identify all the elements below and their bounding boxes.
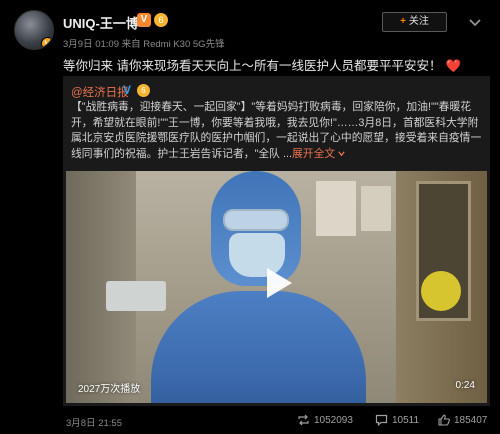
username[interactable]: UNIQ-王一博	[63, 13, 139, 32]
expand-full-text-link[interactable]: 展开全文	[292, 148, 346, 160]
play-icon[interactable]	[258, 264, 296, 302]
repost-author-link[interactable]: @经济日报	[71, 84, 129, 100]
video-frame-goggles	[223, 209, 289, 231]
heart-icon: ❤️	[445, 59, 462, 73]
repost-date: 3月8日 21:55	[66, 418, 122, 429]
video-frame-sink	[106, 281, 166, 311]
post-footer: 3月8日 21:55 1052093 10511 185407	[0, 406, 500, 434]
comment-count: 10511	[392, 415, 420, 426]
repost-text-body: 【"战胜病毒，迎接春天、一起回家"】"等着妈妈打败病毒，回家陪你，加油!""春暖…	[71, 101, 482, 160]
vip-badge-icon[interactable]: V	[137, 13, 151, 27]
like-button[interactable]: 185407	[438, 414, 487, 428]
repost-button[interactable]: 1052093	[297, 414, 353, 428]
video-frame-notice	[316, 181, 356, 236]
comment-icon	[375, 415, 388, 427]
thumbs-up-icon	[438, 414, 450, 426]
verified-badge-icon: V	[41, 37, 53, 49]
level-badge-icon: 6	[154, 13, 168, 27]
more-options-icon[interactable]	[467, 14, 483, 30]
follow-button[interactable]: + 关注	[382, 12, 447, 32]
video-frame-bag	[421, 271, 461, 311]
play-count: 2027万次播放	[78, 384, 141, 395]
repost-level-badge-icon: 6	[137, 84, 150, 97]
video-duration: 0:24	[455, 380, 475, 391]
plus-icon: +	[400, 16, 406, 27]
chevron-down-icon	[338, 151, 345, 157]
weibo-post: V UNIQ-王一博 V 6 3月9日 01:09 来自 Redmi K30 5…	[0, 0, 500, 434]
post-text-body: 等你归来 请你来现场看天天向上～所有一线医护人员都要平平安安！	[63, 59, 442, 73]
video-frame-person	[151, 291, 366, 403]
like-count: 185407	[454, 415, 488, 426]
repost-text: 【"战胜病毒，迎接春天、一起回家"】"等着妈妈打败病毒，回家陪你，加油!""春暖…	[71, 100, 485, 162]
expand-label: 展开全文	[291, 147, 336, 160]
reposted-card: @经济日报 V 6 【"战胜病毒，迎接春天、一起回家"】"等着妈妈打败病毒，回家…	[63, 76, 490, 406]
repost-count: 1052093	[314, 415, 353, 426]
avatar[interactable]: V	[14, 10, 54, 50]
video-player[interactable]: 2027万次播放 0:24	[66, 171, 487, 403]
repost-icon	[298, 414, 309, 426]
comment-button[interactable]: 10511	[375, 414, 419, 428]
post-meta: 3月9日 01:09 来自 Redmi K30 5G先锋	[63, 39, 225, 50]
blue-verified-icon: V	[123, 83, 132, 97]
post-text: 等你归来 请你来现场看天天向上～所有一线医护人员都要平平安安！ ❤️	[63, 55, 483, 74]
follow-label: 关注	[408, 16, 429, 27]
video-frame-notice	[361, 186, 391, 231]
